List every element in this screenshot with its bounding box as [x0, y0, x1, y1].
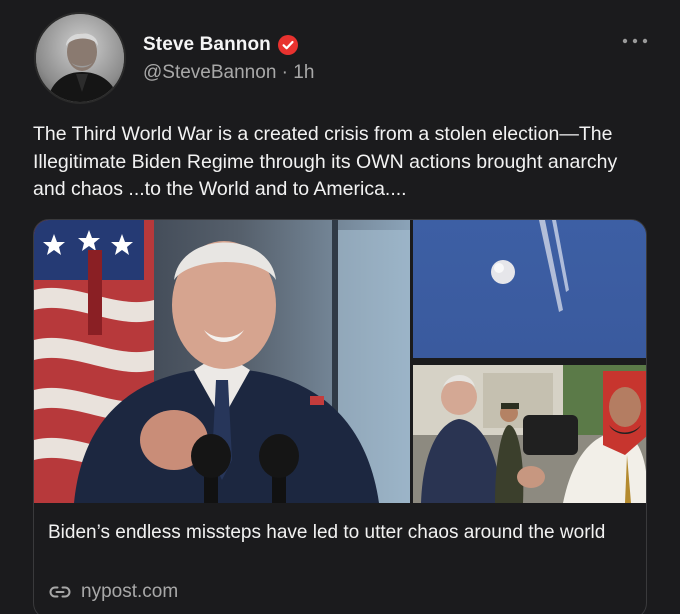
- link-icon: [49, 586, 71, 598]
- more-options-icon: [622, 38, 648, 44]
- name-row: Steve Bannon: [143, 34, 314, 56]
- post: Steve Bannon @SteveBannon · 1h The Third…: [0, 0, 680, 614]
- photo-biden-podium: [34, 220, 410, 503]
- avatar[interactable]: [34, 12, 126, 104]
- meta-separator: ·: [281, 62, 288, 83]
- handle[interactable]: @SteveBannon: [143, 62, 276, 83]
- timestamp[interactable]: 1h: [293, 62, 314, 83]
- post-meta: @SteveBannon · 1h: [143, 62, 314, 84]
- display-name[interactable]: Steve Bannon: [143, 34, 271, 56]
- link-card[interactable]: Biden’s endless missteps have led to utt…: [33, 219, 647, 614]
- photo-fistbump: [413, 365, 646, 503]
- link-card-title[interactable]: Biden’s endless missteps have led to utt…: [48, 519, 628, 546]
- verified-badge-icon: [277, 35, 298, 55]
- avatar-photo: [36, 14, 124, 102]
- link-source[interactable]: nypost.com: [48, 580, 178, 604]
- more-options-button[interactable]: [622, 32, 648, 50]
- link-source-domain: nypost.com: [81, 581, 179, 602]
- post-header: Steve Bannon @SteveBannon · 1h: [143, 34, 314, 84]
- photo-balloon-sky: [413, 220, 646, 358]
- post-text: The Third World War is a created crisis …: [33, 123, 618, 200]
